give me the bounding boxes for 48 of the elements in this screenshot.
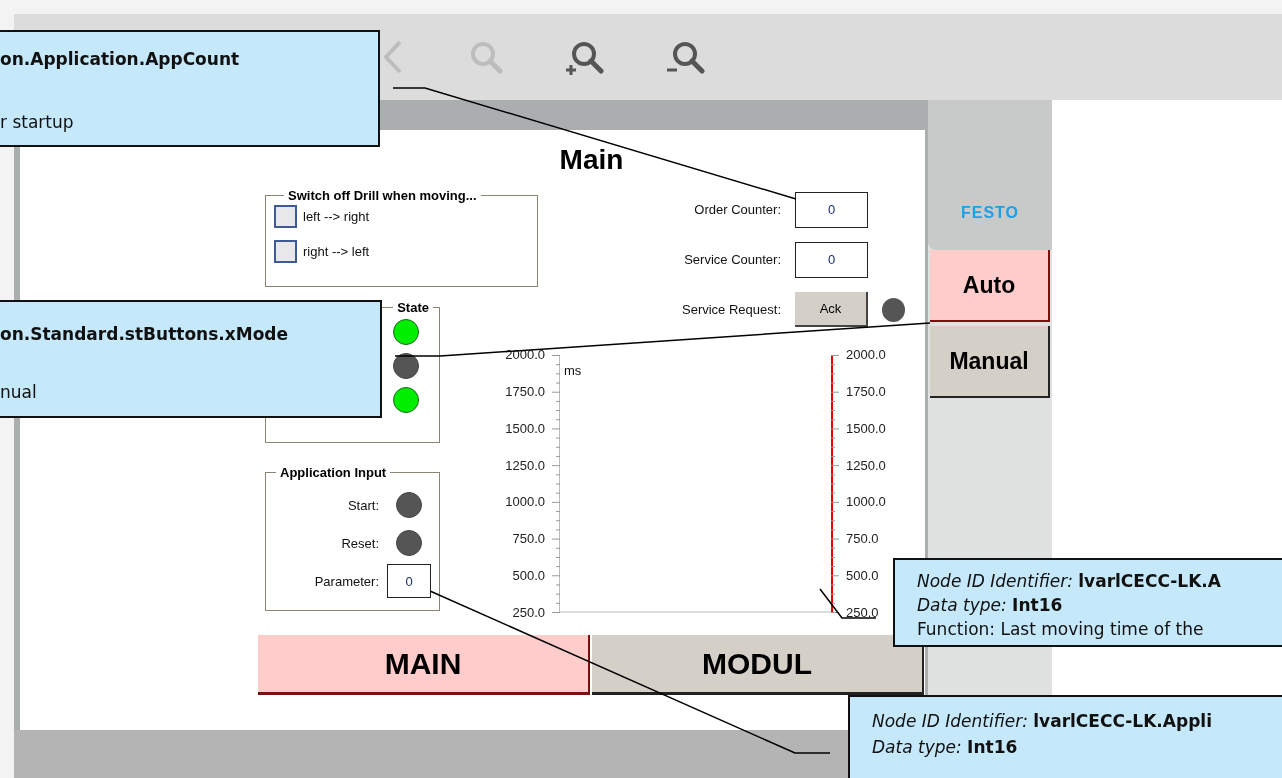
callout-text: nual	[0, 381, 38, 404]
axis-label: 1500.0	[504, 421, 545, 436]
callout-text: Node ID Identifier: lvarlCECC-LK.A	[917, 570, 1222, 593]
chevron-left-icon	[384, 39, 402, 75]
ack-button[interactable]: Ack	[795, 292, 868, 327]
group-title: Application Input	[279, 465, 388, 480]
axis-label: 1750.0	[504, 384, 545, 399]
axis-label: 1250.0	[846, 458, 887, 473]
screen-title: Main	[559, 144, 624, 176]
axis-label: 1750.0	[846, 384, 887, 399]
group-title: State	[396, 300, 430, 315]
axis-label: 500.0	[846, 569, 880, 584]
counter-label: Service Counter:	[684, 252, 781, 267]
checkbox[interactable]	[274, 240, 297, 263]
input-label: Reset:	[341, 535, 379, 551]
axis-label: 750.0	[511, 532, 545, 547]
callout-text: Data type: Int16	[872, 736, 1019, 759]
nav-tab[interactable]: MODUL	[592, 635, 924, 695]
callout-text: on.Application.AppCount	[0, 48, 241, 71]
axis-label: 750.0	[846, 532, 880, 547]
callout-text: on.Standard.stButtons.xMode	[0, 323, 289, 346]
axis-label: 2000.0	[846, 348, 887, 362]
counter-field[interactable]: 0	[795, 241, 868, 278]
checkbox-label: left --> right	[303, 209, 370, 224]
callout-text: Node ID Identifier: lvarlCECC-LK.Appli	[872, 710, 1213, 733]
callout-text: Data type: Int16	[917, 594, 1064, 617]
counter-field[interactable]: 0	[795, 191, 868, 228]
input-label: Parameter:	[314, 573, 379, 589]
axis-label: 1000.0	[504, 495, 545, 510]
axis-label: 1000.0	[846, 495, 887, 510]
logo: FESTO	[960, 204, 1019, 222]
axis-label: 250.0	[846, 605, 880, 620]
nav-tab[interactable]: MAIN	[258, 635, 590, 695]
axis-label: 1250.0	[504, 458, 545, 473]
input-label: Start:	[347, 497, 379, 513]
callout-text: r startup	[0, 111, 75, 134]
axis-label: 500.0	[511, 569, 545, 584]
axis-label: 250.0	[511, 605, 545, 620]
counter-label: Order Counter:	[694, 202, 781, 217]
mode-button[interactable]: Auto	[930, 250, 1050, 322]
mode-button[interactable]: Manual	[930, 326, 1050, 398]
group-title: Switch off Drill when moving...	[287, 188, 478, 203]
counter-label: Service Request:	[682, 302, 781, 317]
unit-label: ms	[564, 363, 582, 378]
checkbox-label: right --> left	[303, 244, 370, 259]
axis-label: 1500.0	[846, 421, 887, 436]
checkbox[interactable]	[274, 205, 297, 228]
input-field[interactable]: 0	[387, 564, 431, 598]
